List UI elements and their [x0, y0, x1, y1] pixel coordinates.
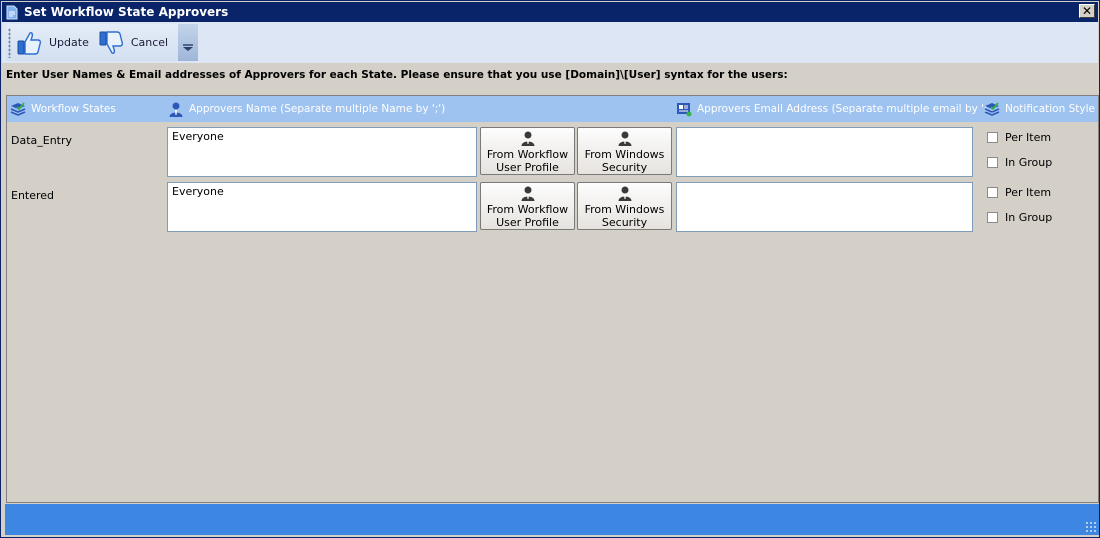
update-label: Update	[49, 36, 89, 49]
header-names-label: Approvers Name (Separate multiple Name b…	[189, 103, 446, 115]
status-bar	[5, 504, 1099, 535]
instructions-text: Enter User Names & Email addresses of Ap…	[6, 69, 788, 81]
button-line2: Security	[601, 216, 648, 229]
state-name: Data_Entry	[11, 134, 73, 147]
title-bar: Set Workflow State Approvers ✕	[2, 2, 1098, 22]
toolbar-group: Update Cancel	[6, 24, 198, 61]
approvers-name-input[interactable]: Everyone	[167, 127, 477, 177]
header-notification-style: Notification Style	[983, 96, 1095, 122]
header-emails-label: Approvers Email Address (Separate multip…	[697, 103, 995, 115]
user-icon	[519, 130, 537, 146]
header-approvers-name: Approvers Name (Separate multiple Name b…	[167, 96, 445, 122]
header-notification-label: Notification Style	[1005, 103, 1095, 115]
resize-grip-icon[interactable]	[1085, 521, 1097, 533]
layers-check-icon	[9, 100, 27, 118]
checkbox-box[interactable]	[987, 187, 998, 198]
button-line2: User Profile	[496, 161, 559, 174]
chevron-down-icon	[182, 42, 194, 55]
checkbox-box[interactable]	[987, 212, 998, 223]
state-name: Entered	[11, 189, 55, 202]
grid-row: Entered Everyone From Workflow User Prof…	[7, 181, 1098, 235]
checkbox-box[interactable]	[987, 132, 998, 143]
toolbar: Update Cancel	[2, 22, 1098, 63]
user-icon	[167, 100, 185, 118]
from-windows-security-button[interactable]: From Windows Security	[577, 182, 672, 230]
cancel-label: Cancel	[130, 36, 169, 49]
close-button[interactable]: ✕	[1079, 4, 1095, 18]
user-icon	[616, 130, 634, 146]
dialog-window: Set Workflow State Approvers ✕ Update Ca…	[0, 0, 1100, 538]
approvers-name-input[interactable]: Everyone	[167, 182, 477, 232]
layers-check-icon	[983, 100, 1001, 118]
per-item-label: Per Item	[1005, 186, 1052, 199]
in-group-checkbox[interactable]: In Group	[987, 211, 1052, 224]
in-group-label: In Group	[1005, 156, 1053, 169]
document-icon	[6, 4, 20, 20]
approvers-email-input[interactable]	[676, 182, 973, 232]
in-group-label: In Group	[1005, 211, 1053, 224]
grid-header: Workflow States Approvers Name (Separate…	[7, 96, 1098, 122]
checkbox-box[interactable]	[987, 157, 998, 168]
button-line1: From Windows	[584, 203, 665, 216]
update-button[interactable]: Update	[11, 28, 93, 58]
per-item-label: Per Item	[1005, 131, 1052, 144]
from-workflow-user-profile-button[interactable]: From Workflow User Profile	[480, 182, 575, 230]
button-line1: From Windows	[584, 148, 665, 161]
address-card-icon	[675, 100, 693, 118]
approvers-grid: Workflow States Approvers Name (Separate…	[6, 95, 1099, 503]
button-line1: From Workflow	[486, 148, 569, 161]
header-workflow-states: Workflow States	[9, 96, 116, 122]
from-workflow-user-profile-button[interactable]: From Workflow User Profile	[480, 127, 575, 175]
button-line2: User Profile	[496, 216, 559, 229]
user-icon	[616, 185, 634, 201]
user-icon	[519, 185, 537, 201]
toolbar-overflow-button[interactable]	[178, 24, 198, 61]
from-windows-security-button[interactable]: From Windows Security	[577, 127, 672, 175]
in-group-checkbox[interactable]: In Group	[987, 156, 1052, 169]
header-states-label: Workflow States	[31, 103, 116, 115]
button-line1: From Workflow	[486, 203, 569, 216]
per-item-checkbox[interactable]: Per Item	[987, 131, 1051, 144]
per-item-checkbox[interactable]: Per Item	[987, 186, 1051, 199]
grid-row: Data_Entry Everyone From Workflow User P…	[7, 126, 1098, 180]
header-approvers-email: Approvers Email Address (Separate multip…	[675, 96, 995, 122]
close-icon: ✕	[1081, 4, 1093, 18]
approvers-email-input[interactable]	[676, 127, 973, 177]
thumbs-up-icon	[15, 29, 43, 57]
window-title: Set Workflow State Approvers	[24, 5, 229, 19]
button-line2: Security	[601, 161, 648, 174]
cancel-button[interactable]: Cancel	[93, 28, 172, 58]
thumbs-down-icon	[97, 29, 125, 57]
